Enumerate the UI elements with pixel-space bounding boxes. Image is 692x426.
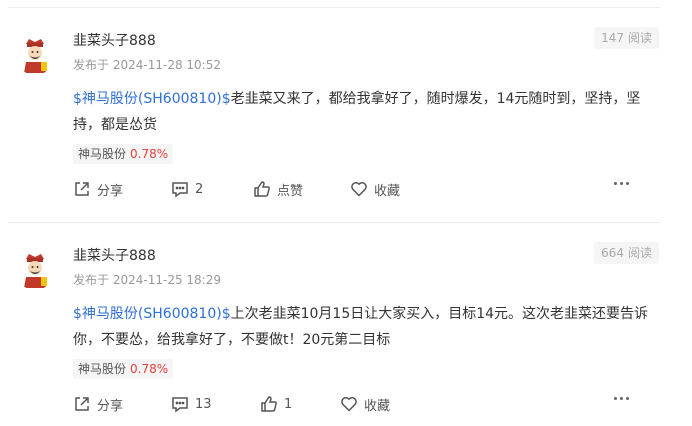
avatar[interactable] xyxy=(15,35,55,75)
like-button[interactable]: 点赞 xyxy=(253,176,303,202)
like-icon xyxy=(260,395,278,413)
post-card: 韭菜头子888 发布于 2024-11-25 18:29 664 阅读 $神马股… xyxy=(0,223,692,426)
username[interactable]: 韭菜头子888 xyxy=(73,245,156,265)
avatar[interactable] xyxy=(15,250,55,290)
collect-button[interactable]: 收藏 xyxy=(350,176,400,202)
action-bar: 分享 13 1 收藏 xyxy=(73,391,663,417)
post-card: 韭菜头子888 发布于 2024-11-28 10:52 147 阅读 $神马股… xyxy=(0,8,692,223)
post-content: $神马股份(SH600810)$老韭菜又来了，都给我拿好了，随时爆发，14元随时… xyxy=(73,86,663,138)
content-text: 持，都是怂货 xyxy=(73,117,157,133)
collect-button[interactable]: 收藏 xyxy=(340,391,390,417)
read-count: 664 xyxy=(601,246,624,260)
read-count-badge: 664 阅读 xyxy=(594,242,659,264)
collect-heart-icon xyxy=(350,180,368,198)
stock-tag-change: 0.78% xyxy=(130,362,169,376)
like-button[interactable]: 1 xyxy=(260,391,292,417)
share-label: 分享 xyxy=(97,398,124,414)
stock-tag-name: 神马股份 xyxy=(78,362,127,376)
publish-label: 发布于 xyxy=(73,58,110,72)
post-content: $神马股份(SH600810)$上次老韭菜10月15日让大家买入，目标14元。这… xyxy=(73,301,663,353)
username[interactable]: 韭菜头子888 xyxy=(73,30,156,50)
comment-count: 13 xyxy=(195,396,212,412)
collect-label: 收藏 xyxy=(364,398,391,414)
like-count: 1 xyxy=(284,396,293,412)
publish-date: 2024-11-25 18:29 xyxy=(112,273,221,287)
stock-link[interactable]: $神马股份(SH600810)$ xyxy=(73,91,231,107)
collect-heart-icon xyxy=(340,395,358,413)
content-text: 老韭菜又来了，都给我拿好了，随时爆发，14元随时到，坚持，坚 xyxy=(230,91,641,107)
comment-button[interactable]: 13 xyxy=(171,391,212,417)
comment-icon xyxy=(171,395,189,413)
share-button[interactable]: 分享 xyxy=(73,391,123,417)
share-button[interactable]: 分享 xyxy=(73,176,123,202)
collect-label: 收藏 xyxy=(374,183,401,199)
comment-count: 2 xyxy=(195,181,204,197)
read-count-badge: 147 阅读 xyxy=(594,27,659,49)
more-icon[interactable] xyxy=(614,397,629,400)
share-label: 分享 xyxy=(97,183,124,199)
publish-date: 2024-11-28 10:52 xyxy=(112,58,221,72)
content-text: 上次老韭菜10月15日让大家买入，目标14元。这次老韭菜还要告诉 xyxy=(230,306,649,322)
stock-tag[interactable]: 神马股份 0.78% xyxy=(73,359,174,379)
comment-icon xyxy=(171,180,189,198)
comment-button[interactable]: 2 xyxy=(171,176,203,202)
share-icon xyxy=(73,180,91,198)
like-label: 点赞 xyxy=(277,183,304,199)
publish-time: 发布于 2024-11-28 10:52 xyxy=(73,56,221,73)
read-label: 阅读 xyxy=(627,246,652,260)
read-label: 阅读 xyxy=(627,31,652,45)
stock-link[interactable]: $神马股份(SH600810)$ xyxy=(73,306,231,322)
more-icon[interactable] xyxy=(614,182,629,185)
action-bar: 分享 2 点赞 收藏 xyxy=(73,176,663,202)
stock-tag-change: 0.78% xyxy=(130,147,169,161)
share-icon xyxy=(73,395,91,413)
publish-label: 发布于 xyxy=(73,273,110,287)
publish-time: 发布于 2024-11-25 18:29 xyxy=(73,271,221,288)
like-icon xyxy=(253,180,271,198)
content-text: 你，不要怂，给我拿好了，不要做t！20元第二目标 xyxy=(73,332,391,348)
stock-tag[interactable]: 神马股份 0.78% xyxy=(73,144,174,164)
read-count: 147 xyxy=(601,31,624,45)
stock-tag-name: 神马股份 xyxy=(78,147,127,161)
